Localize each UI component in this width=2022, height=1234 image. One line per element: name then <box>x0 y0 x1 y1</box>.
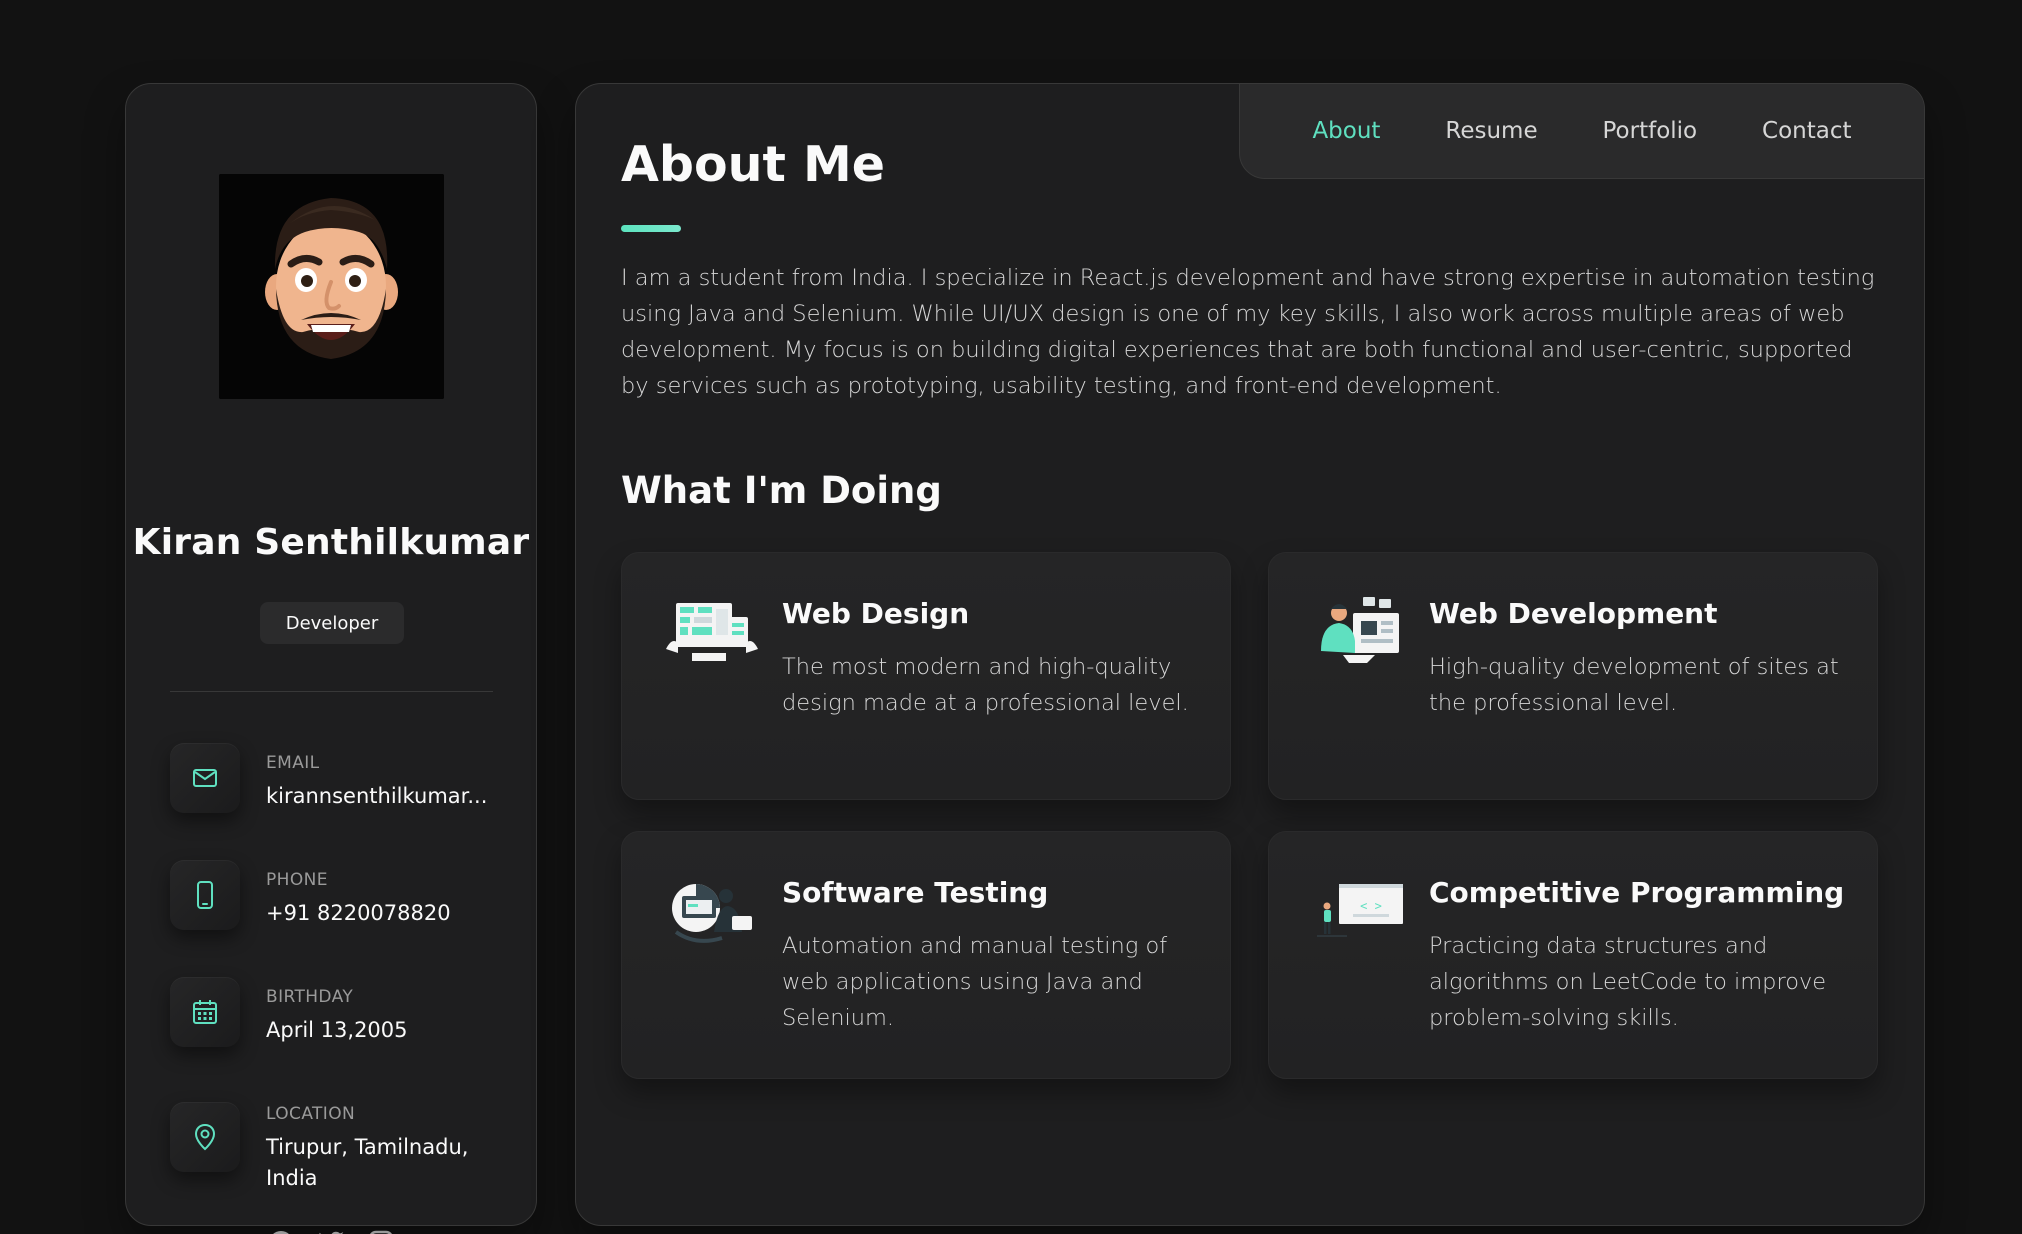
nav-about[interactable]: About <box>1312 118 1380 144</box>
service-card-title: Software Testing <box>782 876 1049 909</box>
facebook-icon[interactable] <box>267 1229 295 1234</box>
nav-resume[interactable]: Resume <box>1445 118 1537 144</box>
social-list <box>126 1229 536 1234</box>
competitive-programming-icon: < > <box>1313 876 1405 948</box>
service-card-title: Competitive Programming <box>1429 876 1845 909</box>
sidebar: Kiran Senthilkumar Developer EMAIL kiran… <box>125 83 537 1234</box>
contact-label: LOCATION <box>266 1104 356 1124</box>
sidebar-divider <box>170 691 493 692</box>
location-pin-icon <box>170 1102 240 1172</box>
service-card-text: High-quality development of sites at the… <box>1429 654 1839 716</box>
software-testing-icon <box>666 876 758 948</box>
contact-label: BIRTHDAY <box>266 987 354 1007</box>
nav-contact[interactable]: Contact <box>1762 118 1851 144</box>
contact-label: PHONE <box>266 870 328 890</box>
web-design-icon <box>666 597 758 669</box>
email-link[interactable]: kirannsenthilkumar... <box>266 781 496 812</box>
nav-portfolio[interactable]: Portfolio <box>1603 118 1698 144</box>
avatar <box>219 174 444 399</box>
about-text: I am a student from India. I specialize … <box>621 265 1875 399</box>
title-underline <box>621 225 681 232</box>
profile-name: Kiran Senthilkumar <box>132 522 530 563</box>
contact-item-phone: PHONE +91 8220078820 <box>170 860 500 940</box>
main-content: About Resume Portfolio Contact About Me … <box>575 83 1925 1226</box>
mail-icon <box>170 743 240 813</box>
title-badge: Developer <box>260 602 404 644</box>
services-title: What I'm Doing <box>621 469 942 512</box>
location-value: Tirupur, Tamilnadu, India <box>266 1135 469 1190</box>
page-title: About Me <box>621 136 886 193</box>
service-card-title: Web Design <box>782 597 970 630</box>
instagram-icon[interactable] <box>367 1229 395 1234</box>
web-development-icon <box>1313 597 1405 669</box>
contact-item-birthday: BIRTHDAY April 13,2005 <box>170 977 500 1057</box>
service-card-text: Practicing data structures and algorithm… <box>1429 933 1827 1031</box>
service-card-text: Automation and manual testing of web app… <box>782 933 1168 1031</box>
calendar-icon <box>170 977 240 1047</box>
service-card-software-testing: Software Testing Automation and manual t… <box>621 831 1231 1079</box>
birthday-value: April 13,2005 <box>266 1018 408 1042</box>
service-card-text: The most modern and high-quality design … <box>782 654 1189 716</box>
service-card-web-design: Web Design The most modern and high-qual… <box>621 552 1231 800</box>
phone-icon <box>170 860 240 930</box>
navbar: About Resume Portfolio Contact <box>1239 84 1924 179</box>
phone-link[interactable]: +91 8220078820 <box>266 898 496 929</box>
contact-item-location: LOCATION Tirupur, Tamilnadu, India <box>170 1094 500 1190</box>
contact-label: EMAIL <box>266 753 320 773</box>
svg-text:< >: < > <box>1360 899 1382 913</box>
service-card-competitive-programming: < > Competitive Programming Practicing d… <box>1268 831 1878 1079</box>
memoji-avatar-image <box>219 174 444 399</box>
contact-item-email: EMAIL kirannsenthilkumar... <box>170 743 500 823</box>
service-card-web-development: Web Development High-quality development… <box>1268 552 1878 800</box>
service-card-title: Web Development <box>1429 597 1718 630</box>
twitter-icon[interactable] <box>317 1229 345 1234</box>
